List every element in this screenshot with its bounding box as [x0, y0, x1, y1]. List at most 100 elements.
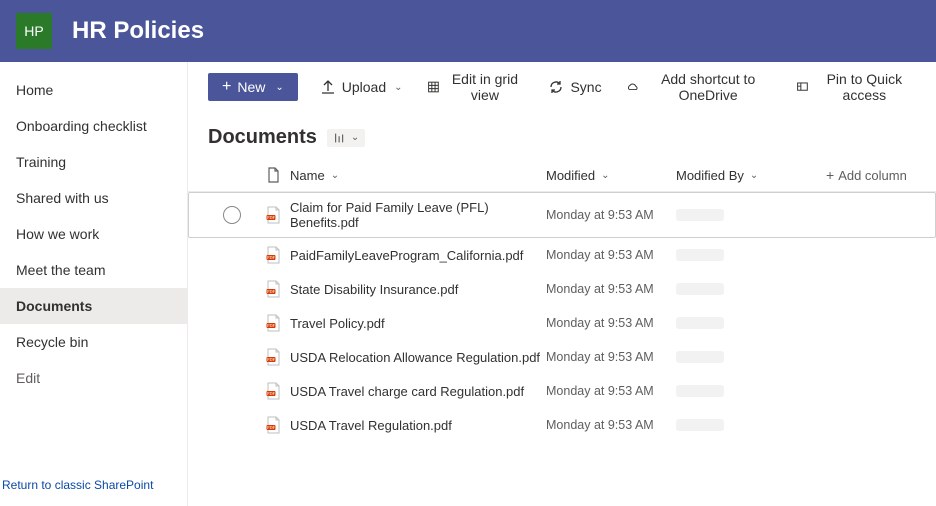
page-title: Documents [208, 126, 317, 149]
col-name-header[interactable]: Name ⌄ [290, 168, 546, 183]
redacted-name [676, 317, 724, 329]
table-row[interactable]: PDFClaim for Paid Family Leave (PFL) Ben… [188, 192, 936, 238]
document-icon [266, 167, 280, 183]
file-type-icon: PDF [256, 416, 290, 434]
chevron-down-icon: ⌄ [331, 170, 339, 181]
modified-cell: Monday at 9:53 AM [546, 208, 676, 222]
file-name[interactable]: Claim for Paid Family Leave (PFL) Benefi… [290, 200, 546, 230]
chevron-down-icon: ⌄ [750, 170, 758, 181]
sync-icon [548, 79, 564, 95]
site-title: HR Policies [72, 17, 204, 45]
table-row[interactable]: PDF USDA Relocation Allowance Regulation.… [188, 340, 936, 374]
redacted-name [676, 419, 724, 431]
col-name-label: Name [290, 168, 325, 183]
file-name-cell[interactable]: USDA Relocation Allowance Regulation.pdf [290, 350, 546, 365]
col-modified-header[interactable]: Modified ⌄ [546, 168, 676, 183]
command-bar: + New ⌄ Upload ⌄ Edit in grid view Sync … [188, 62, 936, 112]
upload-button[interactable]: Upload ⌄ [318, 75, 405, 99]
sidebar-item-recycle[interactable]: Recycle bin [0, 324, 187, 360]
file-type-icon: PDF [256, 246, 290, 264]
modified-by-cell [676, 283, 826, 295]
col-modified-by-header[interactable]: Modified By ⌄ [676, 168, 826, 183]
svg-text:PDF: PDF [267, 391, 275, 396]
file-name[interactable]: PaidFamilyLeaveProgram_California.pdf [290, 248, 523, 263]
svg-text:PDF: PDF [267, 323, 275, 328]
add-shortcut-label: Add shortcut to OneDrive [645, 71, 772, 103]
modified-by-cell [676, 385, 826, 397]
svg-text:PDF: PDF [267, 357, 275, 362]
return-classic-link[interactable]: Return to classic SharePoint [0, 468, 187, 506]
select-circle-icon[interactable] [223, 206, 241, 224]
sidebar-edit-link[interactable]: Edit [0, 360, 187, 396]
file-name-cell[interactable]: Travel Policy.pdf [290, 316, 546, 331]
file-type-icon: PDF [256, 382, 290, 400]
edit-grid-button[interactable]: Edit in grid view [425, 67, 527, 107]
sync-label: Sync [570, 79, 601, 95]
file-name-cell[interactable]: PaidFamilyLeaveProgram_California.pdf [290, 248, 546, 263]
col-file-type[interactable] [256, 167, 290, 183]
file-name-cell[interactable]: USDA Travel charge card Regulation.pdf [290, 384, 546, 399]
file-type-icon: PDF [256, 280, 290, 298]
redacted-name [676, 351, 724, 363]
sidebar-item-home[interactable]: Home [0, 72, 187, 108]
site-header: HP HR Policies [0, 0, 936, 62]
sidebar-item-training[interactable]: Training [0, 144, 187, 180]
new-button-label: New [237, 79, 265, 95]
sidebar-item-documents[interactable]: Documents [0, 288, 187, 324]
new-button[interactable]: + New ⌄ [208, 73, 298, 101]
row-select[interactable] [208, 206, 256, 224]
upload-icon [320, 79, 336, 95]
col-modified-by-label: Modified By [676, 168, 744, 183]
redacted-name [676, 283, 724, 295]
sidebar-item-how-we-work[interactable]: How we work [0, 216, 187, 252]
main: Home Onboarding checklist Training Share… [0, 62, 936, 506]
table-row[interactable]: PDFUSDA Travel Regulation.pdfMonday at 9… [188, 408, 936, 442]
add-column-label: Add column [838, 168, 907, 183]
table-row[interactable]: PDF USDA Travel charge card Regulation.pd… [188, 374, 936, 408]
list-header: Name ⌄ Modified ⌄ Modified By ⌄ + Add co… [188, 159, 936, 192]
modified-by-cell [676, 317, 826, 329]
file-name-cell[interactable]: State Disability Insurance.pdf [290, 282, 546, 297]
edit-grid-label: Edit in grid view [445, 71, 524, 103]
pin-label: Pin to Quick access [815, 71, 914, 103]
plus-icon: + [826, 167, 834, 183]
modified-by-cell [676, 249, 826, 261]
file-name[interactable]: USDA Travel charge card Regulation.pdf [290, 384, 524, 399]
pin-button[interactable]: Pin to Quick access [794, 67, 916, 107]
file-type-icon: PDF [256, 348, 290, 366]
page-title-row: Documents ⌄ [188, 112, 936, 159]
table-row[interactable]: PDF State Disability Insurance.pdf Monday … [188, 272, 936, 306]
modified-cell: Monday at 9:53 AM [546, 248, 676, 262]
file-name-cell[interactable]: Claim for Paid Family Leave (PFL) Benefi… [290, 200, 546, 230]
add-column-button[interactable]: + Add column [826, 167, 916, 183]
sidebar-item-shared[interactable]: Shared with us [0, 180, 187, 216]
table-row[interactable]: PDF PaidFamilyLeaveProgram_California.pdf… [188, 238, 936, 272]
redacted-name [676, 209, 724, 221]
file-name[interactable]: USDA Travel Regulation.pdf [290, 418, 452, 433]
col-modified-label: Modified [546, 168, 595, 183]
modified-cell: Monday at 9:53 AM [546, 316, 676, 330]
plus-icon: + [222, 79, 231, 95]
sync-button[interactable]: Sync [546, 75, 603, 99]
svg-text:PDF: PDF [267, 255, 275, 260]
file-name[interactable]: State Disability Insurance.pdf [290, 282, 458, 297]
modified-by-cell [676, 209, 826, 221]
file-type-icon: PDF [256, 314, 290, 332]
chevron-down-icon: ⌄ [601, 170, 609, 181]
svg-text:PDF: PDF [267, 289, 275, 294]
modified-cell: Monday at 9:53 AM [546, 282, 676, 296]
file-name[interactable]: USDA Relocation Allowance Regulation.pdf [290, 350, 540, 365]
modified-by-cell [676, 419, 826, 431]
view-selector[interactable]: ⌄ [327, 129, 365, 147]
chevron-down-icon: ⌄ [394, 82, 402, 93]
add-shortcut-button[interactable]: Add shortcut to OneDrive [624, 67, 774, 107]
grid-icon [427, 79, 440, 95]
file-name[interactable]: Travel Policy.pdf [290, 316, 385, 331]
sidebar: Home Onboarding checklist Training Share… [0, 62, 188, 506]
chevron-down-icon: ⌄ [275, 82, 283, 93]
file-name-cell[interactable]: USDA Travel Regulation.pdf [290, 418, 546, 433]
pdf-icon: PDF [265, 416, 281, 434]
table-row[interactable]: PDF Travel Policy.pdf Monday at 9:53 AM [188, 306, 936, 340]
sidebar-item-onboarding[interactable]: Onboarding checklist [0, 108, 187, 144]
sidebar-item-meet-team[interactable]: Meet the team [0, 252, 187, 288]
